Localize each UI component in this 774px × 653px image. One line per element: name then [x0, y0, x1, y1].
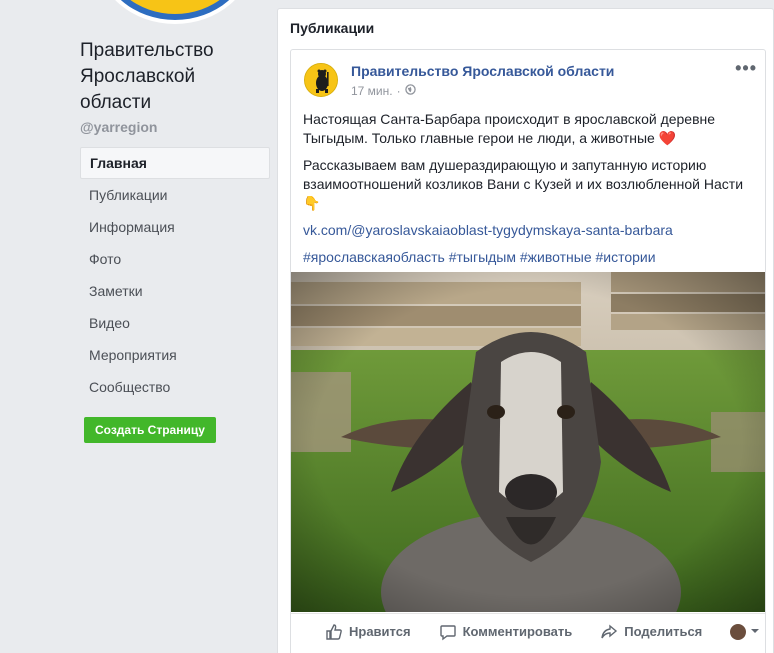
create-page-button[interactable]: Создать Страницу — [84, 417, 216, 443]
post-card: Правительство Ярославской области 17 мин… — [290, 49, 766, 653]
goat-photo-illustration — [291, 272, 765, 612]
share-label: Поделиться — [624, 624, 703, 639]
nav-item-photos[interactable]: Фото — [80, 243, 270, 275]
page-title-line-1: Правительство — [80, 40, 214, 61]
nav-item-home[interactable]: Главная — [80, 147, 270, 179]
comment-icon — [439, 624, 456, 640]
post-author-avatar[interactable] — [304, 63, 338, 97]
comment-label: Комментировать — [462, 624, 573, 639]
nav-item-posts[interactable]: Публикации — [80, 179, 270, 211]
share-button[interactable]: Поделиться — [600, 623, 702, 641]
comment-button[interactable]: Комментировать — [439, 623, 573, 641]
nav-item-notes[interactable]: Заметки — [80, 275, 270, 307]
like-label: Нравится — [349, 624, 411, 639]
heart-emoji-icon: ❤️ — [658, 130, 677, 146]
like-button[interactable]: Нравится — [325, 623, 411, 641]
post-link[interactable]: vk.com/@yaroslavskaiaoblast-tygydymskaya… — [303, 221, 753, 240]
posts-panel: Публикации Правительство Ярославской обл… — [277, 8, 774, 653]
post-actions-bar: Нравится Комментировать Поделиться — [291, 613, 765, 649]
nav-item-community[interactable]: Сообщество — [80, 371, 270, 403]
post-meta: 17 мин. · — [351, 84, 416, 98]
post-timestamp[interactable]: 17 мин. — [351, 84, 393, 98]
post-paragraph-1-text: Настоящая Санта-Барбара происходит в яро… — [303, 111, 716, 146]
post-paragraph-2-text: Рассказываем вам душераздирающую и запут… — [303, 157, 744, 192]
meta-separator: · — [396, 84, 401, 98]
post-hashtags[interactable]: #ярославскаяобласть #тыгыдым #животные #… — [303, 248, 753, 267]
post-body: Настоящая Санта-Барбара происходит в яро… — [303, 110, 753, 275]
page-title-line-2: Ярославской — [80, 66, 196, 87]
nav-item-videos[interactable]: Видео — [80, 307, 270, 339]
bear-emblem-icon — [305, 64, 337, 96]
post-options-icon[interactable]: ••• — [735, 58, 757, 79]
page-handle[interactable]: @yarregion — [80, 119, 270, 135]
page-profile-picture[interactable] — [100, 0, 250, 20]
page-nav: Главная Публикации Информация Фото Замет… — [80, 147, 270, 403]
share-icon — [601, 624, 618, 638]
chevron-down-icon — [750, 624, 760, 639]
post-paragraph-2: Рассказываем вам душераздирающую и запут… — [303, 156, 753, 213]
post-paragraph-1: Настоящая Санта-Барбара происходит в яро… — [303, 110, 753, 148]
pointing-down-emoji-icon: 👇 — [303, 195, 321, 211]
post-as-selector[interactable] — [730, 623, 760, 640]
nav-item-events[interactable]: Мероприятия — [80, 339, 270, 371]
globe-icon[interactable] — [404, 84, 416, 98]
posts-panel-title: Публикации — [290, 20, 375, 36]
actor-avatar — [730, 623, 747, 640]
post-author-name[interactable]: Правительство Ярославской области — [351, 63, 614, 79]
page-title: Правительство Ярославской области — [80, 38, 270, 116]
post-photo-goat[interactable] — [291, 272, 765, 612]
page-sidebar: Правительство Ярославской области @yarre… — [80, 38, 270, 443]
page-title-line-3: области — [80, 92, 152, 113]
nav-item-about[interactable]: Информация — [80, 211, 270, 243]
thumbs-up-icon — [326, 623, 342, 640]
